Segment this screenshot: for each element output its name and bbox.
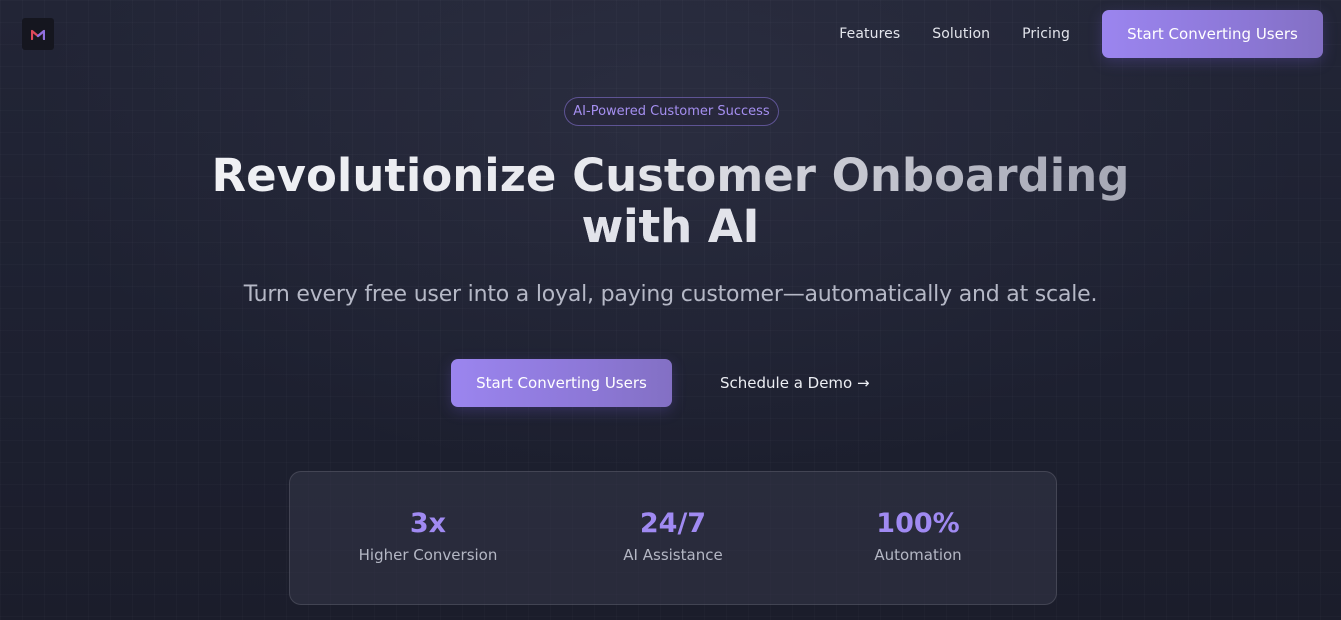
stat-higher-conversion: 3x Higher Conversion — [308, 506, 548, 564]
nav-link-pricing[interactable]: Pricing — [1022, 26, 1070, 42]
stat-label: Higher Conversion — [358, 546, 498, 564]
start-converting-button[interactable]: Start Converting Users — [451, 359, 672, 407]
hero-title: Revolutionize Customer Onboarding with A… — [0, 150, 1341, 252]
header-start-converting-button[interactable]: Start Converting Users — [1102, 10, 1323, 58]
stat-value: 3x — [409, 508, 447, 539]
hero-title-line2: with AI — [581, 200, 760, 253]
logo[interactable] — [22, 18, 54, 50]
stat-value: 100% — [876, 508, 960, 539]
stat-value: 24/7 — [639, 508, 707, 539]
landing-page: Features Solution Pricing Start Converti… — [0, 0, 1341, 620]
m-logo-icon — [31, 29, 45, 40]
stat-label: Automation — [874, 546, 962, 564]
stat-automation: 100% Automation — [798, 506, 1038, 564]
hero-subtitle: Turn every free user into a loyal, payin… — [243, 282, 1098, 307]
nav-link-features[interactable]: Features — [839, 26, 900, 42]
nav-link-solution[interactable]: Solution — [932, 26, 990, 42]
stat-label: AI Assistance — [623, 546, 723, 564]
schedule-demo-link[interactable]: Schedule a Demo → — [720, 359, 870, 407]
hero-title-line1: Revolutionize Customer Onboarding — [211, 149, 1130, 202]
stats-panel: 3x Higher Conversion 24/7 AI Assistance … — [289, 471, 1057, 605]
top-nav: Features Solution Pricing Start Converti… — [839, 10, 1323, 58]
ai-powered-badge: AI-Powered Customer Success — [564, 97, 779, 126]
stat-ai-assistance: 24/7 AI Assistance — [553, 506, 793, 564]
